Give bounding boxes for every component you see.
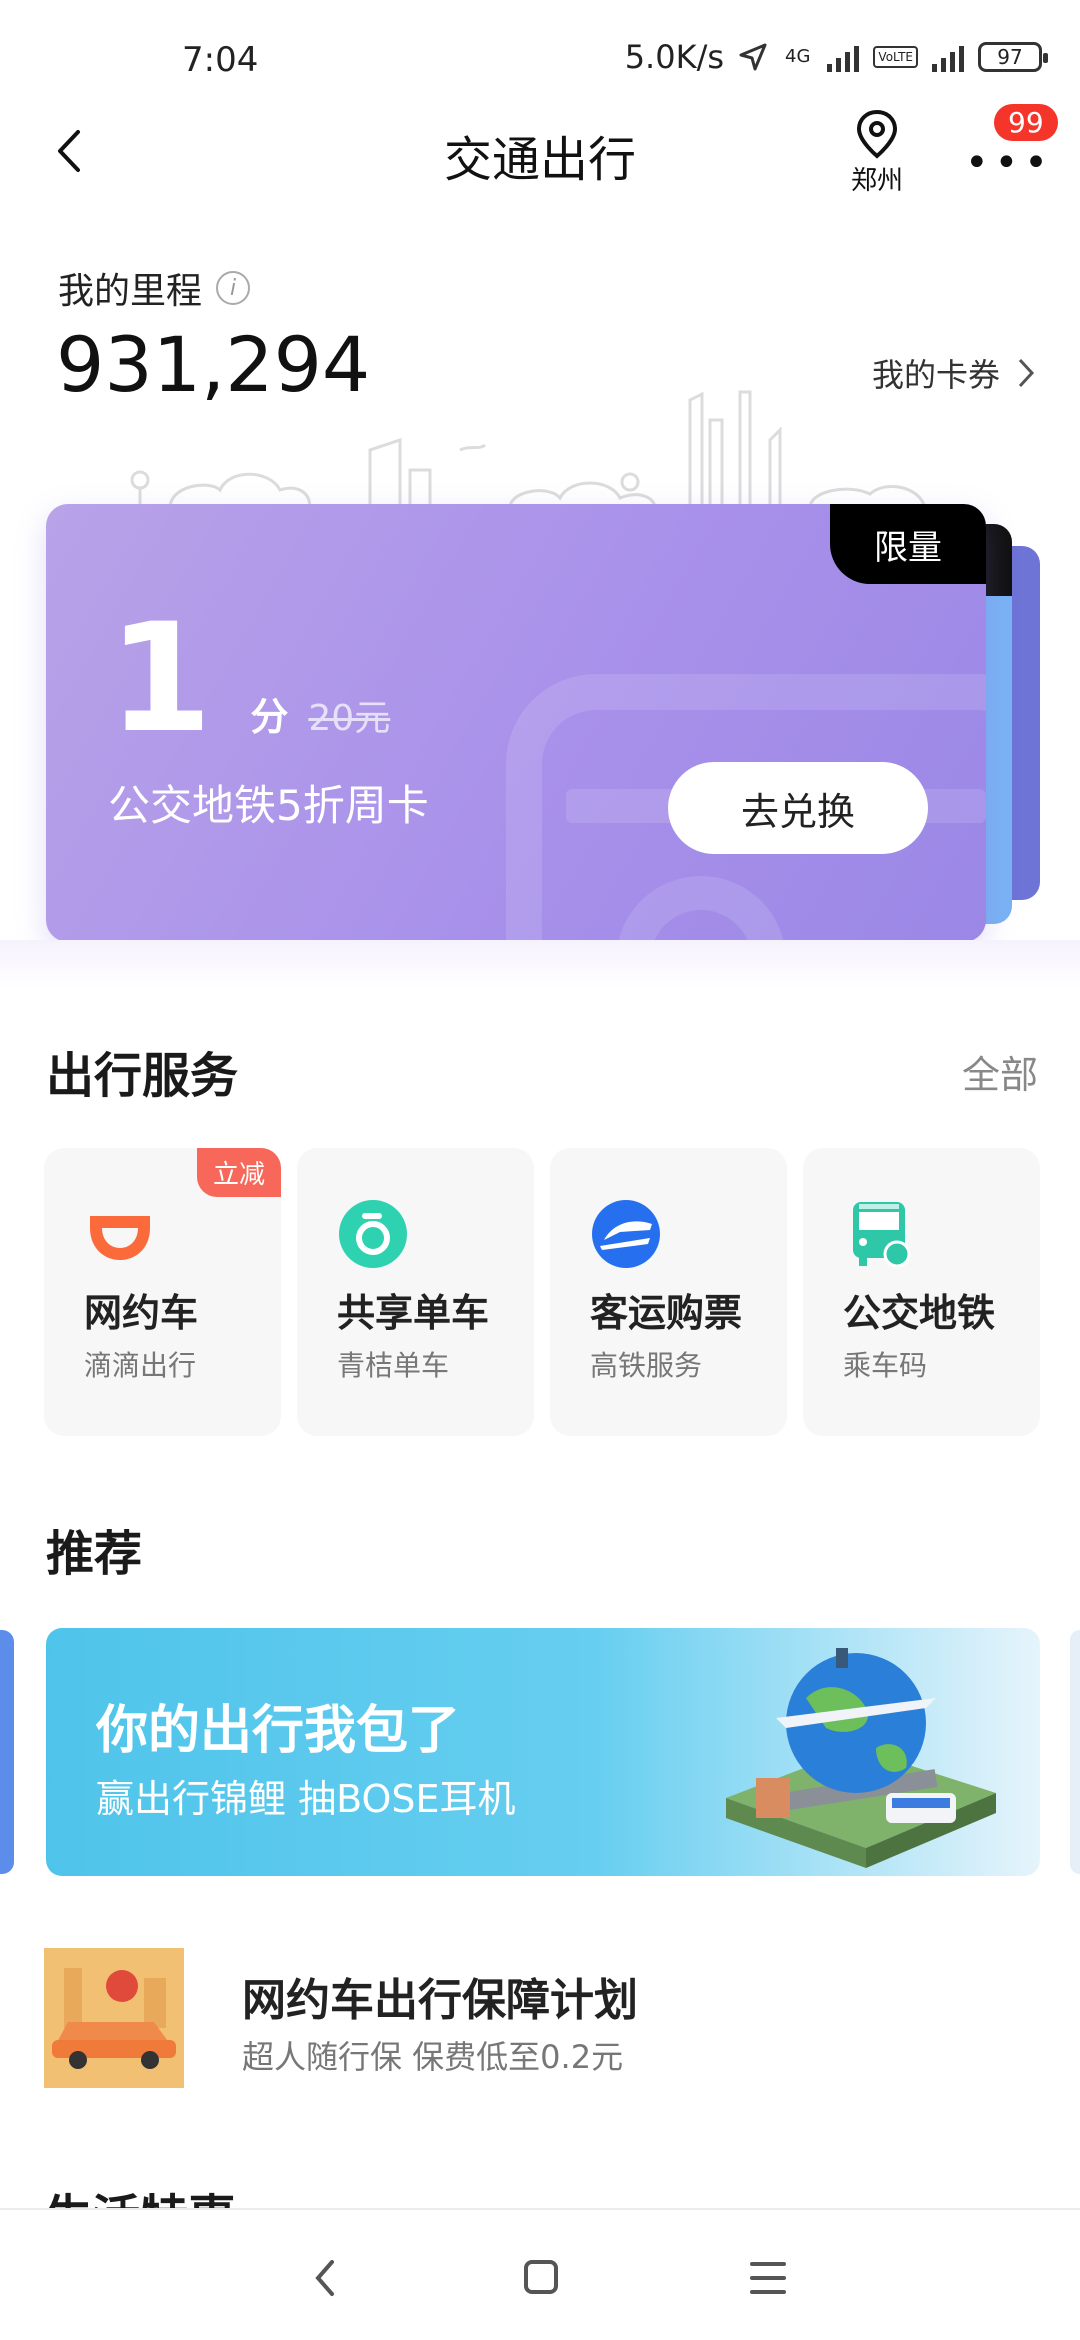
signal-icon	[932, 42, 964, 72]
service-subtitle: 滴滴出行	[84, 1349, 197, 1382]
bus-icon	[853, 1202, 911, 1268]
system-nav-bar	[0, 2208, 1080, 2340]
location-arrow-icon	[739, 43, 767, 71]
system-menu-icon[interactable]	[740, 2250, 800, 2306]
service-subtitle: 高铁服务	[590, 1349, 703, 1382]
promo-price: 1 分 20元	[108, 604, 390, 754]
services-all-link[interactable]: 全部	[962, 1044, 1038, 1099]
promo-price-value: 1	[108, 592, 213, 766]
notification-badge: 99	[994, 104, 1058, 141]
discount-tag: 立减	[196, 1148, 281, 1197]
promo-price-unit: 分	[250, 695, 289, 739]
more-icon[interactable]: •••	[965, 140, 1054, 186]
system-back-icon[interactable]	[296, 2250, 356, 2306]
page-title: 交通出行	[443, 132, 636, 188]
location-button[interactable]: 郑州	[842, 108, 912, 197]
battery-icon: 97	[978, 42, 1048, 72]
service-title: 客运购票	[590, 1291, 743, 1335]
mileage-label-text: 我的里程	[58, 271, 203, 312]
promo-description: 公交地铁5折周卡	[108, 781, 429, 830]
bike-icon	[339, 1200, 407, 1268]
banner-title: 你的出行我包了	[96, 1701, 461, 1761]
life-deals-title: 生活特惠	[44, 2178, 236, 2210]
promo-card[interactable]: 限量 1 分 20元 公交地铁5折周卡 去兑换	[46, 504, 986, 942]
guarantee-item[interactable]: 网约车出行保障计划 超人随行保 保费低至0.2元	[44, 1948, 1044, 2088]
train-icon	[592, 1200, 660, 1268]
signal-icon	[827, 42, 860, 72]
service-subtitle: 青桔单车	[337, 1349, 450, 1382]
location-label: 郑州	[850, 166, 903, 196]
recommend-banner[interactable]: 你的出行我包了 赢出行锦鲤 抽BOSE耳机	[46, 1628, 1040, 1876]
banner-prev-peek[interactable]	[0, 1630, 14, 1874]
system-home-icon[interactable]	[512, 2250, 572, 2306]
service-ride-hailing[interactable]: 立减 网约车 滴滴出行	[44, 1148, 281, 1436]
services-title: 出行服务	[46, 1048, 239, 1104]
service-title: 网约车	[84, 1291, 199, 1335]
guarantee-title: 网约车出行保障计划	[242, 1975, 638, 2026]
service-title: 公交地铁	[843, 1291, 996, 1335]
promo-original-price: 20元	[308, 698, 391, 739]
mileage-label: 我的里程 i	[58, 262, 251, 314]
info-icon[interactable]: i	[216, 271, 251, 305]
redeem-button[interactable]: 去兑换	[668, 762, 928, 854]
didi-icon	[90, 1216, 150, 1260]
service-bike-share[interactable]: 共享单车 青桔单车	[297, 1148, 534, 1436]
volte-icon: VoLTE	[873, 46, 918, 68]
status-time: 7:04	[182, 40, 259, 80]
service-subtitle: 乘车码	[843, 1349, 928, 1382]
recommend-title: 推荐	[46, 1526, 143, 1582]
service-ticketing[interactable]: 客运购票 高铁服务	[550, 1148, 787, 1436]
chevron-right-icon	[1018, 358, 1035, 388]
limited-tag: 限量	[830, 504, 986, 584]
guarantee-subtitle: 超人随行保 保费低至0.2元	[242, 2038, 624, 2076]
top-nav: 交通出行 郑州 ••• 99	[0, 100, 1080, 210]
location-pin-icon	[856, 109, 898, 159]
service-bus-metro[interactable]: 公交地铁 乘车码	[803, 1148, 1040, 1436]
promo-shadow	[0, 940, 1080, 990]
banner-subtitle: 赢出行锦鲤 抽BOSE耳机	[96, 1777, 516, 1821]
car-insurance-illustration	[44, 1948, 184, 2088]
globe-travel-illustration	[726, 1648, 996, 1868]
network-speed: 5.0K/s	[624, 38, 725, 76]
services-grid: 立减 网约车 滴滴出行 共享单车 青桔单车 客运购票 高铁服务 公交地铁 乘车码	[44, 1148, 1040, 1436]
network-type: 4G	[785, 46, 811, 67]
status-indicators: 5.0K/s 4G VoLTE 97	[624, 38, 1048, 76]
city-skyline-illustration	[110, 390, 970, 510]
banner-next-peek[interactable]	[1070, 1630, 1080, 1874]
status-bar: 7:04 5.0K/s 4G VoLTE 97	[0, 0, 1080, 110]
service-title: 共享单车	[337, 1291, 490, 1335]
